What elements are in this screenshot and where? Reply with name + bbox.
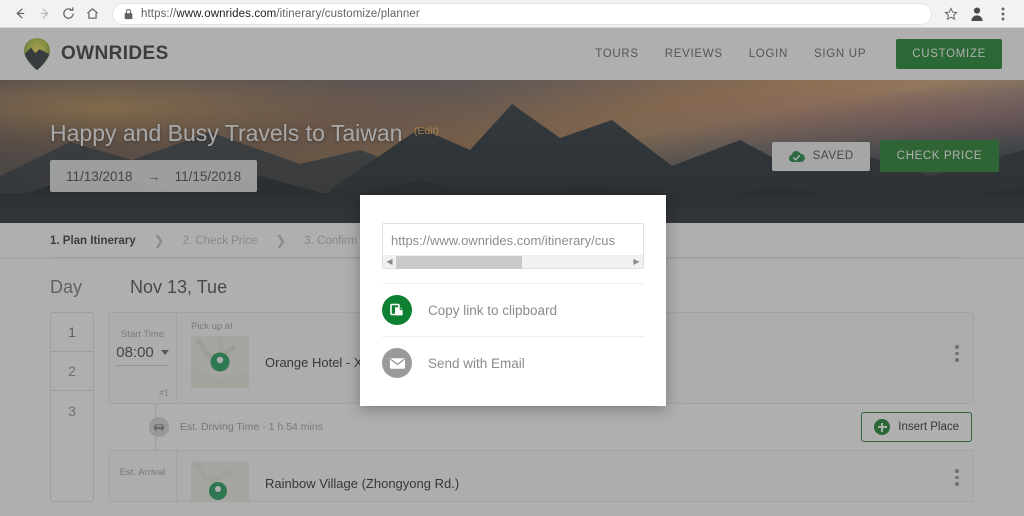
url-path: /itinerary/customize/planner — [276, 7, 420, 20]
share-link-input[interactable] — [383, 224, 643, 255]
copy-link-label: Copy link to clipboard — [428, 302, 558, 318]
back-arrow-icon[interactable] — [8, 2, 32, 26]
share-link-field: ◀ ▶ — [382, 223, 644, 269]
address-bar[interactable]: https://www.ownrides.com/itinerary/custo… — [112, 2, 932, 25]
scrollbar-track[interactable] — [396, 255, 630, 269]
url-scheme: https:// — [141, 7, 177, 20]
scroll-left-arrow-icon[interactable]: ◀ — [383, 258, 396, 266]
lock-icon — [124, 8, 133, 19]
url-domain: www.ownrides.com — [176, 7, 277, 20]
copy-link-row[interactable]: Copy link to clipboard — [382, 284, 644, 336]
scroll-right-arrow-icon[interactable]: ▶ — [630, 258, 643, 266]
browser-toolbar: https://www.ownrides.com/itinerary/custo… — [0, 0, 1024, 28]
copy-document-icon — [382, 295, 412, 325]
profile-avatar-icon[interactable] — [964, 2, 990, 26]
home-icon[interactable] — [80, 2, 104, 26]
page-content: OWNRIDES TOURS REVIEWS LOGIN SIGN UP CUS… — [0, 28, 1024, 516]
send-email-label: Send with Email — [428, 355, 525, 371]
forward-arrow-icon[interactable] — [32, 2, 56, 26]
reload-icon[interactable] — [56, 2, 80, 26]
scrollbar-thumb[interactable] — [396, 255, 523, 269]
three-dot-menu-icon[interactable] — [990, 2, 1016, 26]
send-email-row[interactable]: Send with Email — [382, 337, 644, 389]
horizontal-scrollbar[interactable]: ◀ ▶ — [383, 255, 643, 269]
share-link-modal: ◀ ▶ Copy link to clipboard — [360, 195, 666, 406]
url-text: https://www.ownrides.com/itinerary/custo… — [141, 8, 420, 20]
envelope-icon — [382, 348, 412, 378]
star-icon[interactable] — [938, 2, 964, 26]
